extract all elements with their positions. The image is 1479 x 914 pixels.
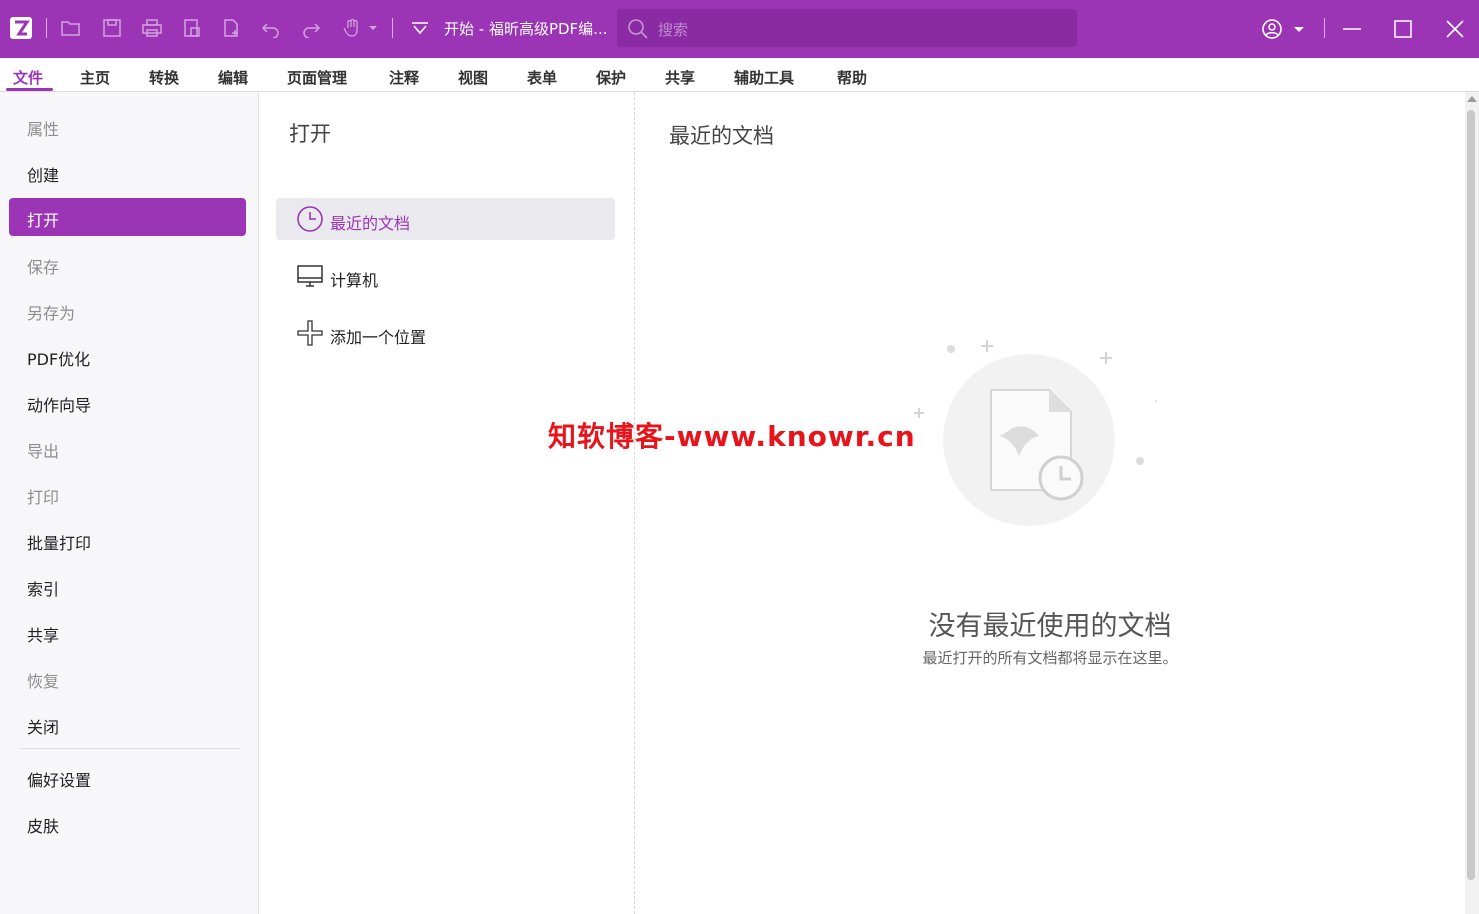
empty-state: 没有最近使用的文档 最近打开的所有文档都将显示在这里。: [865, 92, 1235, 792]
title-bar: 开始 - 福昕高级PDF编... 搜索: [0, 0, 1479, 58]
location-label: 最近的文档: [330, 214, 411, 233]
tab-comment[interactable]: 注释: [389, 67, 419, 88]
search-box[interactable]: 搜索: [617, 9, 1077, 47]
tab-convert[interactable]: 转换: [149, 67, 179, 88]
computer-icon: [297, 265, 323, 287]
location-add-place[interactable]: 添加一个位置: [276, 312, 615, 354]
tab-edit[interactable]: 编辑: [218, 67, 248, 88]
maximize-icon[interactable]: [1388, 14, 1418, 44]
tab-accessibility[interactable]: 辅助工具: [734, 67, 794, 88]
tab-file[interactable]: 文件: [13, 67, 43, 88]
empty-state-title: 没有最近使用的文档: [928, 611, 1172, 642]
open-panel-title: 打开: [289, 122, 331, 146]
sidebar-divider: [20, 748, 240, 749]
save-icon[interactable]: [101, 17, 123, 39]
sidebar-item-open[interactable]: 打开: [9, 198, 246, 236]
toolbar-separator: [392, 18, 393, 38]
sidebar-item-index[interactable]: 索引: [27, 576, 59, 600]
watermark-text: 知软博客-www.knowr.cn: [548, 420, 916, 453]
window-separator: [1324, 18, 1325, 38]
foxit-logo-icon: [10, 17, 32, 39]
clock-icon: [297, 206, 323, 232]
location-recent-documents[interactable]: 最近的文档: [276, 198, 615, 240]
scrollbar-thumb[interactable]: [1467, 110, 1475, 880]
sidebar-item-action-wizard[interactable]: 动作向导: [27, 392, 91, 416]
customize-toolbar-icon[interactable]: [409, 17, 431, 39]
location-computer[interactable]: 计算机: [276, 255, 615, 297]
tab-protect[interactable]: 保护: [596, 67, 626, 88]
tab-help[interactable]: 帮助: [837, 67, 867, 88]
empty-state-subtitle: 最近打开的所有文档都将显示在这里。: [922, 649, 1178, 667]
sidebar-item-print[interactable]: 打印: [27, 484, 59, 508]
hand-tool-icon[interactable]: [342, 17, 378, 39]
sidebar-item-close[interactable]: 关闭: [27, 714, 59, 738]
sidebar-item-properties[interactable]: 属性: [27, 116, 59, 140]
new-document-icon[interactable]: [220, 17, 242, 39]
scan-icon[interactable]: [181, 17, 203, 39]
active-tab-indicator: [6, 88, 53, 91]
minimize-icon[interactable]: [1337, 14, 1367, 44]
undo-icon[interactable]: [260, 17, 282, 39]
sidebar-item-preferences[interactable]: 偏好设置: [27, 767, 91, 791]
search-placeholder: 搜索: [658, 21, 689, 39]
sidebar-item-create[interactable]: 创建: [27, 162, 59, 186]
sidebar-item-pdf-optimize[interactable]: PDF优化: [27, 346, 90, 370]
location-label: 计算机: [330, 271, 379, 290]
sidebar-item-recover[interactable]: 恢复: [27, 668, 59, 692]
file-sidebar: 属性 创建 打开 保存 另存为 PDF优化 动作向导 导出 打印 批量打印 索引…: [0, 92, 259, 914]
scroll-up-icon[interactable]: [1467, 96, 1477, 102]
open-panel: 打开 最近的文档 计算机 添加一个位置: [259, 92, 635, 914]
vertical-scrollbar[interactable]: [1465, 92, 1479, 914]
tab-home[interactable]: 主页: [80, 67, 110, 88]
sidebar-item-share[interactable]: 共享: [27, 622, 59, 646]
location-label: 添加一个位置: [330, 328, 427, 347]
tab-view[interactable]: 视图: [458, 67, 488, 88]
sidebar-item-save[interactable]: 保存: [27, 254, 59, 278]
open-folder-icon[interactable]: [60, 17, 82, 39]
tab-form[interactable]: 表单: [527, 67, 557, 88]
account-icon[interactable]: [1258, 14, 1308, 44]
close-icon[interactable]: [1440, 14, 1470, 44]
redo-icon[interactable]: [300, 17, 322, 39]
sidebar-item-save-as[interactable]: 另存为: [27, 300, 75, 324]
tab-share[interactable]: 共享: [665, 67, 695, 88]
sidebar-item-skin[interactable]: 皮肤: [27, 813, 59, 837]
recent-documents-title: 最近的文档: [669, 124, 774, 148]
search-icon: [628, 19, 648, 39]
plus-icon: [297, 320, 323, 346]
document-title: 开始 - 福昕高级PDF编...: [444, 20, 608, 38]
ribbon-tabs: 文件 主页 转换 编辑 页面管理 注释 视图 表单 保护 共享 辅助工具 帮助: [0, 58, 1479, 92]
sidebar-item-label: 打开: [27, 211, 60, 230]
sidebar-item-export[interactable]: 导出: [27, 438, 59, 462]
sidebar-item-batch-print[interactable]: 批量打印: [27, 530, 91, 554]
tab-page-management[interactable]: 页面管理: [287, 67, 347, 88]
toolbar-separator: [46, 18, 47, 38]
recent-documents-panel: 最近的文档 没有最近使用的文档 最近打开的所有文档都将显示在这里。: [635, 92, 1465, 914]
print-icon[interactable]: [141, 17, 163, 39]
